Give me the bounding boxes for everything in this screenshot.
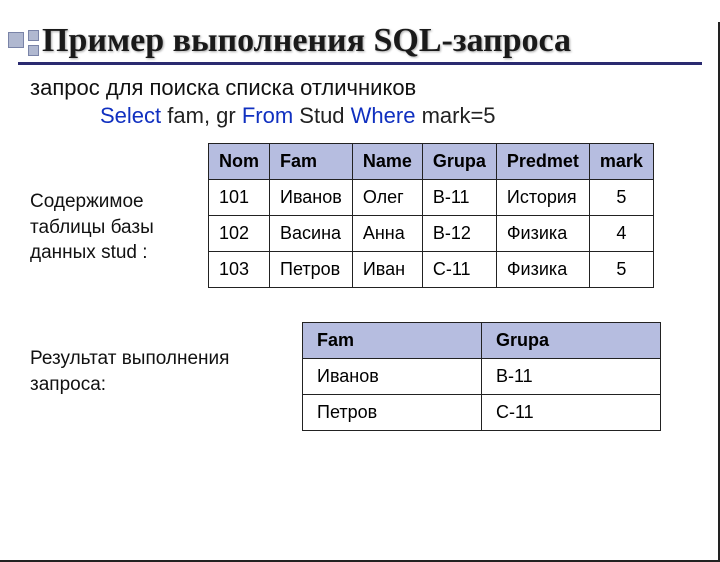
cell: Петров: [270, 252, 353, 288]
page-title: Пример выполнения SQL-запроса: [42, 22, 700, 60]
col-header: Grupa: [422, 144, 496, 180]
cell: Анна: [352, 216, 422, 252]
sql-keyword-where: Where: [351, 103, 416, 128]
table-row: Иванов В-11: [303, 359, 661, 395]
cell: С-11: [482, 395, 661, 431]
cell: С-11: [422, 252, 496, 288]
subtitle: запрос для поиска списка отличников: [30, 75, 696, 101]
cell: 5: [589, 252, 653, 288]
table-row: Петров С-11: [303, 395, 661, 431]
cell: В-11: [482, 359, 661, 395]
stud-table: Nom Fam Name Grupa Predmet mark 101 Иван…: [208, 143, 654, 288]
table-header-row: Fam Grupa: [303, 323, 661, 359]
cell: Петров: [303, 395, 482, 431]
col-header: Name: [352, 144, 422, 180]
cell: 102: [209, 216, 270, 252]
cell: Физика: [496, 216, 589, 252]
cell: 103: [209, 252, 270, 288]
title-underline: [18, 62, 702, 65]
col-header: Fam: [303, 323, 482, 359]
table-row: 101 Иванов Олег В-11 История 5: [209, 180, 654, 216]
col-header: Grupa: [482, 323, 661, 359]
table-header-row: Nom Fam Name Grupa Predmet mark: [209, 144, 654, 180]
result-label: Результат выполнения запроса:: [30, 322, 270, 397]
sql-condition: mark=5: [415, 103, 495, 128]
sql-keyword-select: Select: [100, 103, 161, 128]
sql-table: Stud: [293, 103, 350, 128]
sql-query: Select fam, gr From Stud Where mark=5: [100, 103, 696, 129]
result-table: Fam Grupa Иванов В-11 Петров С-11: [302, 322, 661, 431]
cell: Физика: [496, 252, 589, 288]
col-header: mark: [589, 144, 653, 180]
cell: В-12: [422, 216, 496, 252]
corner-decoration: [8, 30, 39, 56]
sql-columns: fam, gr: [161, 103, 242, 128]
stud-table-label: Содержимое таблицы базы данных stud :: [30, 143, 190, 266]
table-row: 102 Васина Анна В-12 Физика 4: [209, 216, 654, 252]
cell: Иванов: [270, 180, 353, 216]
col-header: Nom: [209, 144, 270, 180]
table-row: 103 Петров Иван С-11 Физика 5: [209, 252, 654, 288]
cell: Васина: [270, 216, 353, 252]
cell: 5: [589, 180, 653, 216]
cell: История: [496, 180, 589, 216]
cell: Иванов: [303, 359, 482, 395]
col-header: Predmet: [496, 144, 589, 180]
cell: Олег: [352, 180, 422, 216]
cell: 4: [589, 216, 653, 252]
sql-keyword-from: From: [242, 103, 293, 128]
cell: 101: [209, 180, 270, 216]
cell: Иван: [352, 252, 422, 288]
col-header: Fam: [270, 144, 353, 180]
cell: В-11: [422, 180, 496, 216]
